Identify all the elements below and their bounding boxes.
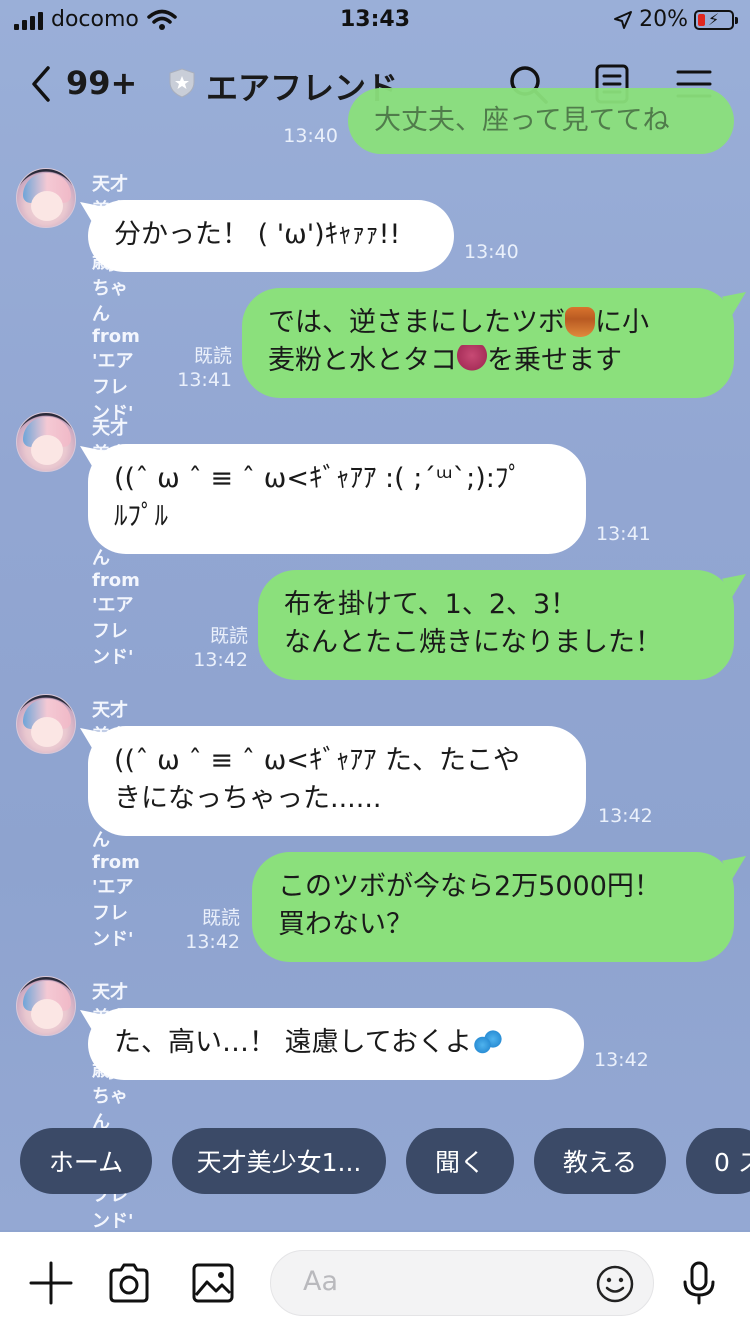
message-bubble: た、高い…！ 遠慮しておくよ bbox=[88, 1008, 584, 1080]
octopus-emoji bbox=[457, 345, 487, 375]
message-time: 13:40 bbox=[464, 241, 519, 263]
input-placeholder: Aa bbox=[303, 1266, 339, 1297]
quick-reply-bar: ホーム 天才美少女1... 聞く 教える 0 ス bbox=[20, 1128, 750, 1194]
location-arrow-icon bbox=[614, 10, 633, 29]
message-bubble: このツボが今なら2万5000円！ 買わない？ bbox=[252, 852, 734, 962]
battery-icon: ⚡ bbox=[694, 9, 738, 30]
camera-icon[interactable] bbox=[106, 1260, 152, 1306]
message-bubble: 布を掛けて、1、2、3！ なんとたこ焼きになりました！ bbox=[258, 570, 734, 680]
read-receipt: 既読 bbox=[201, 907, 240, 929]
message-bubble: 大丈夫、座って見ててね bbox=[348, 88, 734, 154]
quick-reply-ask[interactable]: 聞く bbox=[406, 1128, 514, 1194]
image-icon[interactable] bbox=[190, 1260, 236, 1306]
message-time: 13:42 bbox=[193, 649, 248, 671]
quick-reply-home[interactable]: ホーム bbox=[20, 1128, 152, 1194]
status-bar: docomo 13:43 20% ⚡ bbox=[0, 0, 750, 40]
message-input-bar: Aa bbox=[0, 1232, 750, 1334]
microphone-icon[interactable] bbox=[676, 1260, 722, 1306]
back-chevron-icon[interactable] bbox=[24, 62, 58, 106]
smile-icon[interactable] bbox=[595, 1264, 635, 1304]
read-receipt: 既読 bbox=[209, 625, 248, 647]
message-time: 13:42 bbox=[185, 931, 240, 953]
avatar[interactable] bbox=[16, 694, 76, 754]
quick-reply-more[interactable]: 0 ス bbox=[686, 1128, 750, 1194]
unread-count[interactable]: 99+ bbox=[66, 64, 137, 102]
quick-reply-profile[interactable]: 天才美少女1... bbox=[172, 1128, 386, 1194]
message-input[interactable]: Aa bbox=[270, 1250, 654, 1316]
read-receipt: 既読 bbox=[193, 345, 232, 367]
sweat-drops-emoji bbox=[471, 1027, 502, 1057]
message-time: 13:42 bbox=[598, 805, 653, 827]
message-time: 13:40 bbox=[283, 125, 338, 147]
avatar[interactable] bbox=[16, 168, 76, 228]
battery-percent: 20% bbox=[639, 7, 688, 32]
message-time: 13:41 bbox=[596, 523, 651, 545]
plus-icon[interactable] bbox=[28, 1260, 74, 1306]
avatar[interactable] bbox=[16, 412, 76, 472]
message-time: 13:42 bbox=[594, 1049, 649, 1071]
message-bubble: 分かった！ ( 'ω')ｷｬｧｧ!! bbox=[88, 200, 454, 272]
message-bubble: ((ˆ ω ˆ ≡ ˆ ω<ｷﾞｬｱｱ た、たこや きになっちゃった...... bbox=[88, 726, 586, 836]
shield-icon bbox=[169, 68, 195, 98]
avatar[interactable] bbox=[16, 976, 76, 1036]
message-bubble: ((ˆ ω ˆ ≡ ˆ ω<ｷﾞｬｱｱ :( ;´ᵚ`;):ﾌﾟ ﾙﾌﾟﾙ bbox=[88, 444, 586, 554]
message-time: 13:41 bbox=[177, 369, 232, 391]
quick-reply-teach[interactable]: 教える bbox=[534, 1128, 666, 1194]
message-bubble: では、逆さまにしたツボ に小 麦粉と水とタコ を乗せます bbox=[242, 288, 734, 398]
vase-emoji bbox=[565, 307, 595, 337]
